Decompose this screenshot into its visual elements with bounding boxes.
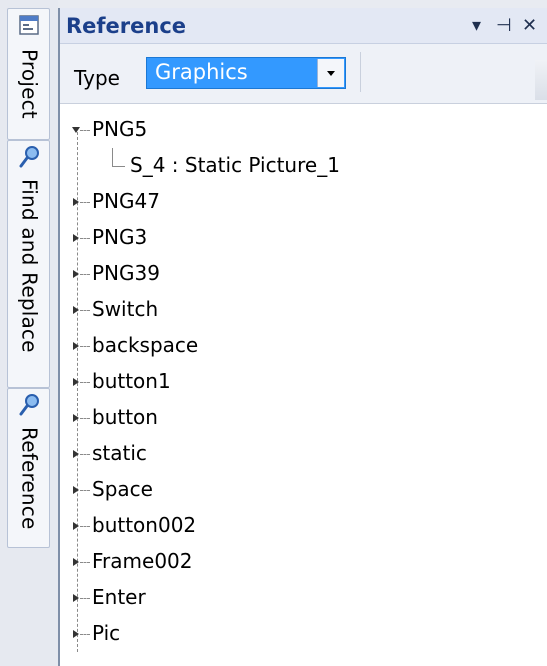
pin-button[interactable]: ⊣ [496, 15, 512, 36]
panel-header: Reference ▾ ⊣ ✕ [60, 8, 547, 44]
tree-connector [80, 202, 90, 203]
tab-project[interactable]: Project [7, 8, 50, 140]
tree-item[interactable]: button1 [60, 364, 547, 400]
reference-panel: Reference ▾ ⊣ ✕ Type Graphics PNG5 S_4:… [58, 8, 547, 666]
search-icon [14, 392, 44, 418]
tree-connector [80, 418, 90, 419]
tree-item[interactable]: Pic [60, 616, 547, 652]
tree-item-label: button002 [92, 513, 197, 537]
tree-item[interactable]: static [60, 436, 547, 472]
tree-item-label: PNG39 [92, 261, 160, 285]
tree-connector [80, 310, 90, 311]
side-tab-strip: Project Find and Replace Reference [0, 0, 58, 666]
type-select-value: Graphics [155, 60, 248, 84]
tree-item[interactable]: Enter [60, 580, 547, 616]
tree-item-label: PNG5 [92, 117, 148, 141]
pin-icon: ⊣ [496, 15, 512, 36]
tree-item-label: button1 [92, 369, 171, 393]
type-label: Type [74, 66, 120, 90]
tree-connector [80, 130, 90, 131]
type-select[interactable]: Graphics [146, 57, 346, 89]
tree-connector [80, 598, 90, 599]
tree-connector [80, 346, 90, 347]
panel-options-button[interactable]: ▾ [472, 15, 481, 36]
tree-connector [80, 274, 90, 275]
tree-item-label: PNG47 [92, 189, 160, 213]
tab-find-and-replace-label: Find and Replace [17, 179, 42, 353]
tree-item-label: Pic [92, 621, 121, 645]
tree-item[interactable]: button [60, 400, 547, 436]
tree-item[interactable]: Space [60, 472, 547, 508]
tree-item[interactable]: PNG47 [60, 184, 547, 220]
tree-connector [80, 382, 90, 383]
tab-reference[interactable]: Reference [7, 388, 50, 548]
tree-item[interactable]: button002 [60, 508, 547, 544]
panel-title: Reference [66, 14, 187, 38]
tab-find-and-replace[interactable]: Find and Replace [7, 140, 50, 388]
chevron-down-icon [327, 71, 335, 76]
close-button[interactable]: ✕ [522, 15, 537, 36]
tree-child-item[interactable]: S_4 : Static Picture_1 [60, 148, 547, 184]
tree-item[interactable]: Frame002 [60, 544, 547, 580]
tree-item[interactable]: PNG3 [60, 220, 547, 256]
tree-item-label: backspace [92, 333, 199, 357]
tree-item[interactable]: Switch [60, 292, 547, 328]
close-icon: ✕ [522, 15, 538, 36]
tree-item-label: button [92, 405, 158, 429]
tree-item-label: Space [92, 477, 153, 501]
tab-project-label: Project [17, 49, 42, 119]
tree-item-label: Frame002 [92, 549, 193, 573]
tree-item[interactable]: PNG39 [60, 256, 547, 292]
toolbar-separator [360, 52, 361, 92]
tree-item-label: PNG3 [92, 225, 148, 249]
project-icon [14, 12, 44, 38]
tab-reference-label: Reference [17, 427, 42, 530]
toolbar-grip[interactable] [535, 60, 547, 100]
tree-connector [80, 490, 90, 491]
tree-item-label: Switch [92, 297, 159, 321]
type-select-dropdown-button[interactable] [317, 59, 344, 87]
tree-connector [80, 238, 90, 239]
tree-item-png5[interactable]: PNG5 [60, 112, 547, 148]
tree-item[interactable]: backspace [60, 328, 547, 364]
tree-item-label: static [92, 441, 147, 465]
tree-connector [80, 562, 90, 563]
search-icon [14, 144, 44, 170]
tree-connector [80, 634, 90, 635]
tree-connector [112, 148, 125, 167]
tree-connector [80, 454, 90, 455]
tree-connector [80, 526, 90, 527]
tree-item-label: Enter [92, 585, 146, 609]
chevron-down-icon: ▾ [472, 15, 482, 36]
tree-child-label: S_4 : Static Picture_1 [130, 153, 340, 177]
toolbar: Type Graphics [60, 44, 547, 104]
